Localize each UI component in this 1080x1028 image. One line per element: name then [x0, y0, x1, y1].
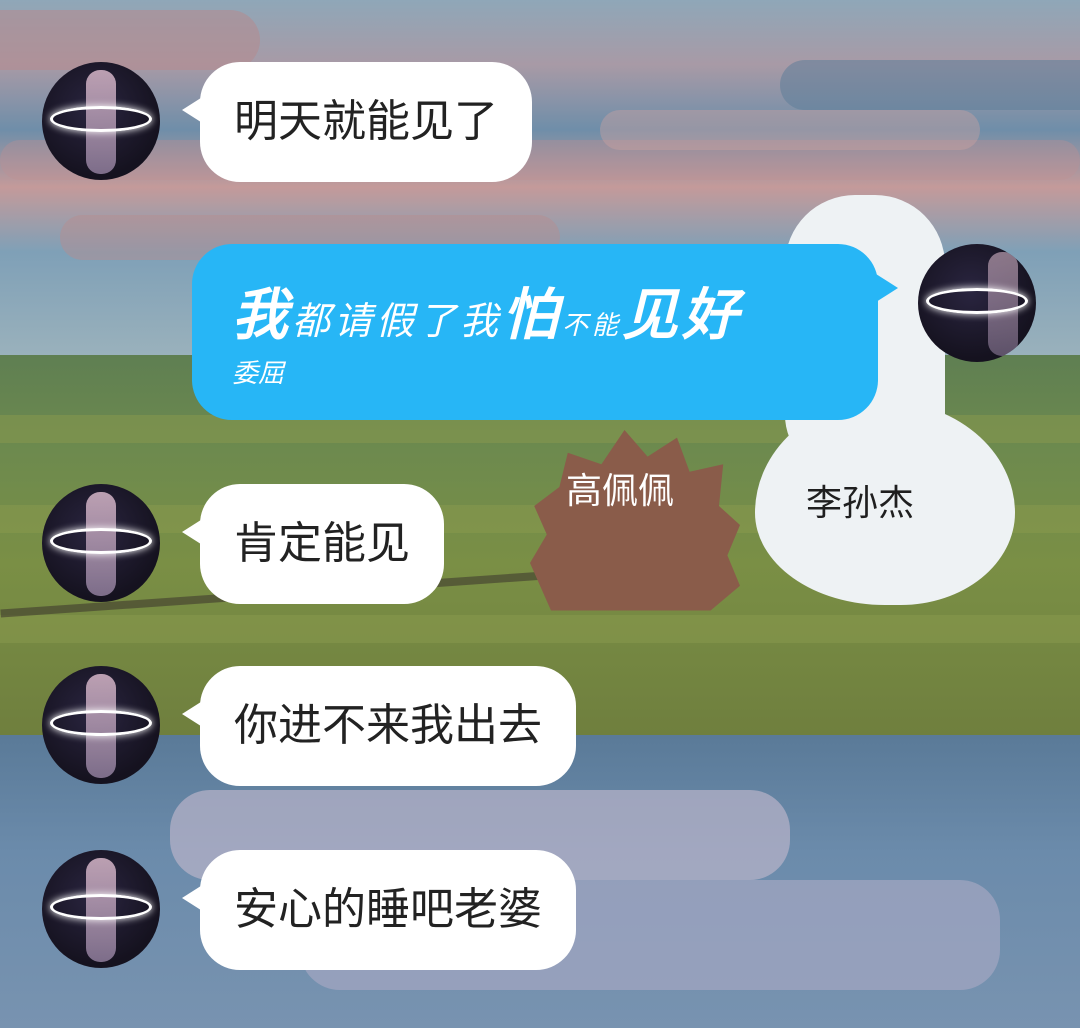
cloud — [780, 60, 1080, 110]
avatar[interactable] — [42, 62, 160, 180]
message-char: 见 — [622, 282, 683, 348]
halo-icon — [50, 106, 152, 132]
halo-icon — [926, 288, 1028, 314]
message-char: 怕 — [502, 282, 563, 348]
message-char: 不能 — [562, 311, 623, 341]
message-bubble[interactable]: 肯定能见 — [182, 484, 444, 604]
message-text-line: 委屈 — [232, 359, 285, 389]
duck-name-label: 李孙杰 — [806, 483, 915, 524]
message-char: 都请假了 — [292, 299, 461, 343]
hedgehog-name-label: 高佩佩 — [566, 471, 675, 512]
halo-icon — [50, 528, 152, 554]
halo-icon — [50, 894, 152, 920]
avatar[interactable] — [42, 850, 160, 968]
cloud — [600, 110, 980, 150]
message-bubble[interactable]: 明天就能见了 — [182, 62, 532, 182]
message-char: 好 — [682, 282, 743, 348]
field-stripe — [0, 615, 1080, 643]
avatar[interactable] — [42, 484, 160, 602]
message-char: 我 — [460, 299, 503, 343]
avatar[interactable] — [42, 666, 160, 784]
message-text-line: 我都请假了我怕不能见好 — [232, 270, 838, 351]
halo-icon — [50, 710, 152, 736]
sent-message-bubble[interactable]: 我都请假了我怕不能见好 委屈 — [192, 244, 898, 420]
message-bubble[interactable]: 你进不来我出去 — [182, 666, 576, 786]
cloud — [0, 10, 260, 70]
avatar[interactable] — [918, 244, 1036, 362]
message-bubble[interactable]: 安心的睡吧老婆 — [182, 850, 576, 970]
message-char: 我 — [232, 282, 292, 348]
